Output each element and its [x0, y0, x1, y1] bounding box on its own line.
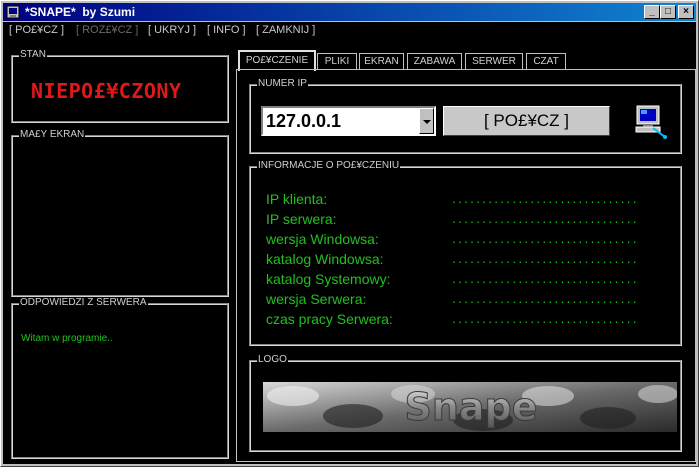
- ip-group-label: NUMER IP: [257, 78, 308, 89]
- logo-group-label: LOGO: [257, 354, 288, 365]
- menu-info[interactable]: [ INFO ]: [207, 24, 246, 36]
- window-title: *SNAPE* by Szumi: [25, 5, 136, 19]
- menu-hide[interactable]: [ UKRYJ ]: [148, 24, 196, 36]
- small-screen-group: MA£Y EKRAN: [11, 129, 229, 297]
- server-version-value: ...............................: [451, 295, 638, 306]
- tab-server[interactable]: SERWER: [465, 53, 523, 70]
- system-dir-value: ...............................: [451, 275, 638, 286]
- minimize-icon: _: [649, 6, 655, 17]
- snape-logo: Snape: [263, 382, 677, 432]
- title-bar[interactable]: *SNAPE* by Szumi _ □ ×: [3, 3, 696, 21]
- logo-text: Snape: [404, 385, 537, 429]
- tab-files[interactable]: PLIKI: [317, 53, 357, 70]
- server-ip-value: ...............................: [451, 215, 638, 226]
- windows-dir-label: katalog Windowsa:: [266, 251, 384, 267]
- tab-fun[interactable]: ZABAWA: [407, 53, 462, 70]
- client-ip-label: IP klienta:: [266, 191, 328, 207]
- tab-chat[interactable]: CZAT: [526, 53, 566, 70]
- chevron-down-icon[interactable]: [419, 108, 434, 134]
- menu-connect[interactable]: [ PO£¥CZ ]: [9, 24, 64, 36]
- close-icon: ×: [683, 6, 689, 17]
- server-responses-label: ODPOWIEDZI Z SERWERA: [19, 297, 148, 308]
- status-group: STAN NIEPO£¥CZONY: [11, 49, 229, 123]
- connection-tab-panel: NUMER IP 127.0.0.1 [ PO£¥CZ ] INFORMACJE…: [236, 69, 696, 462]
- server-responses-group: ODPOWIEDZI Z SERWERA Witam w programie..: [11, 297, 229, 459]
- server-uptime-value: ...............................: [451, 315, 638, 326]
- app-icon: [6, 5, 20, 19]
- connect-button[interactable]: [ PO£¥CZ ]: [443, 106, 610, 136]
- ip-group: NUMER IP 127.0.0.1 [ PO£¥CZ ]: [249, 78, 682, 154]
- server-ip-label: IP serwera:: [266, 211, 337, 227]
- server-message: Witam w programie..: [21, 333, 113, 344]
- ip-combobox[interactable]: 127.0.0.1: [261, 106, 436, 136]
- maximize-icon: □: [664, 6, 672, 17]
- ip-value: 127.0.0.1: [266, 111, 342, 131]
- connection-info-group: INFORMACJE O PO£¥CZENIU IP klienta: ....…: [249, 160, 682, 346]
- computer-network-icon[interactable]: [631, 104, 669, 140]
- system-dir-label: katalog Systemowy:: [266, 271, 391, 287]
- status-group-label: STAN: [19, 49, 47, 60]
- windows-dir-value: ...............................: [451, 255, 638, 266]
- server-uptime-label: czas pracy Serwera:: [266, 311, 393, 327]
- tab-connection[interactable]: PO£¥CZENIE: [238, 50, 316, 71]
- minimize-button[interactable]: _: [644, 5, 660, 19]
- client-ip-value: ...............................: [451, 195, 638, 206]
- tab-screen[interactable]: EKRAN: [359, 53, 404, 70]
- close-button[interactable]: ×: [678, 5, 694, 19]
- windows-version-value: ...............................: [451, 235, 638, 246]
- connection-status: NIEPO£¥CZONY: [31, 79, 182, 103]
- main-window: *SNAPE* by Szumi _ □ × [ PO£¥CZ ] [ ROZ£…: [0, 0, 699, 467]
- maximize-button[interactable]: □: [660, 5, 676, 19]
- client-area: STAN NIEPO£¥CZONY MA£Y EKRAN ODPOWIEDZI …: [3, 41, 696, 464]
- small-screen-label: MA£Y EKRAN: [19, 129, 86, 140]
- logo-group: LOGO Snape: [249, 354, 682, 452]
- connection-info-label: INFORMACJE O PO£¥CZENIU: [257, 160, 401, 171]
- menu-close[interactable]: [ ZAMKNIJ ]: [256, 24, 315, 36]
- server-version-label: wersja Serwera:: [266, 291, 367, 307]
- menu-disconnect[interactable]: [ ROZ£¥CZ ]: [76, 24, 138, 36]
- menu-bar: [ PO£¥CZ ] [ ROZ£¥CZ ] [ UKRYJ ] [ INFO …: [3, 22, 696, 41]
- windows-version-label: wersja Windowsa:: [266, 231, 379, 247]
